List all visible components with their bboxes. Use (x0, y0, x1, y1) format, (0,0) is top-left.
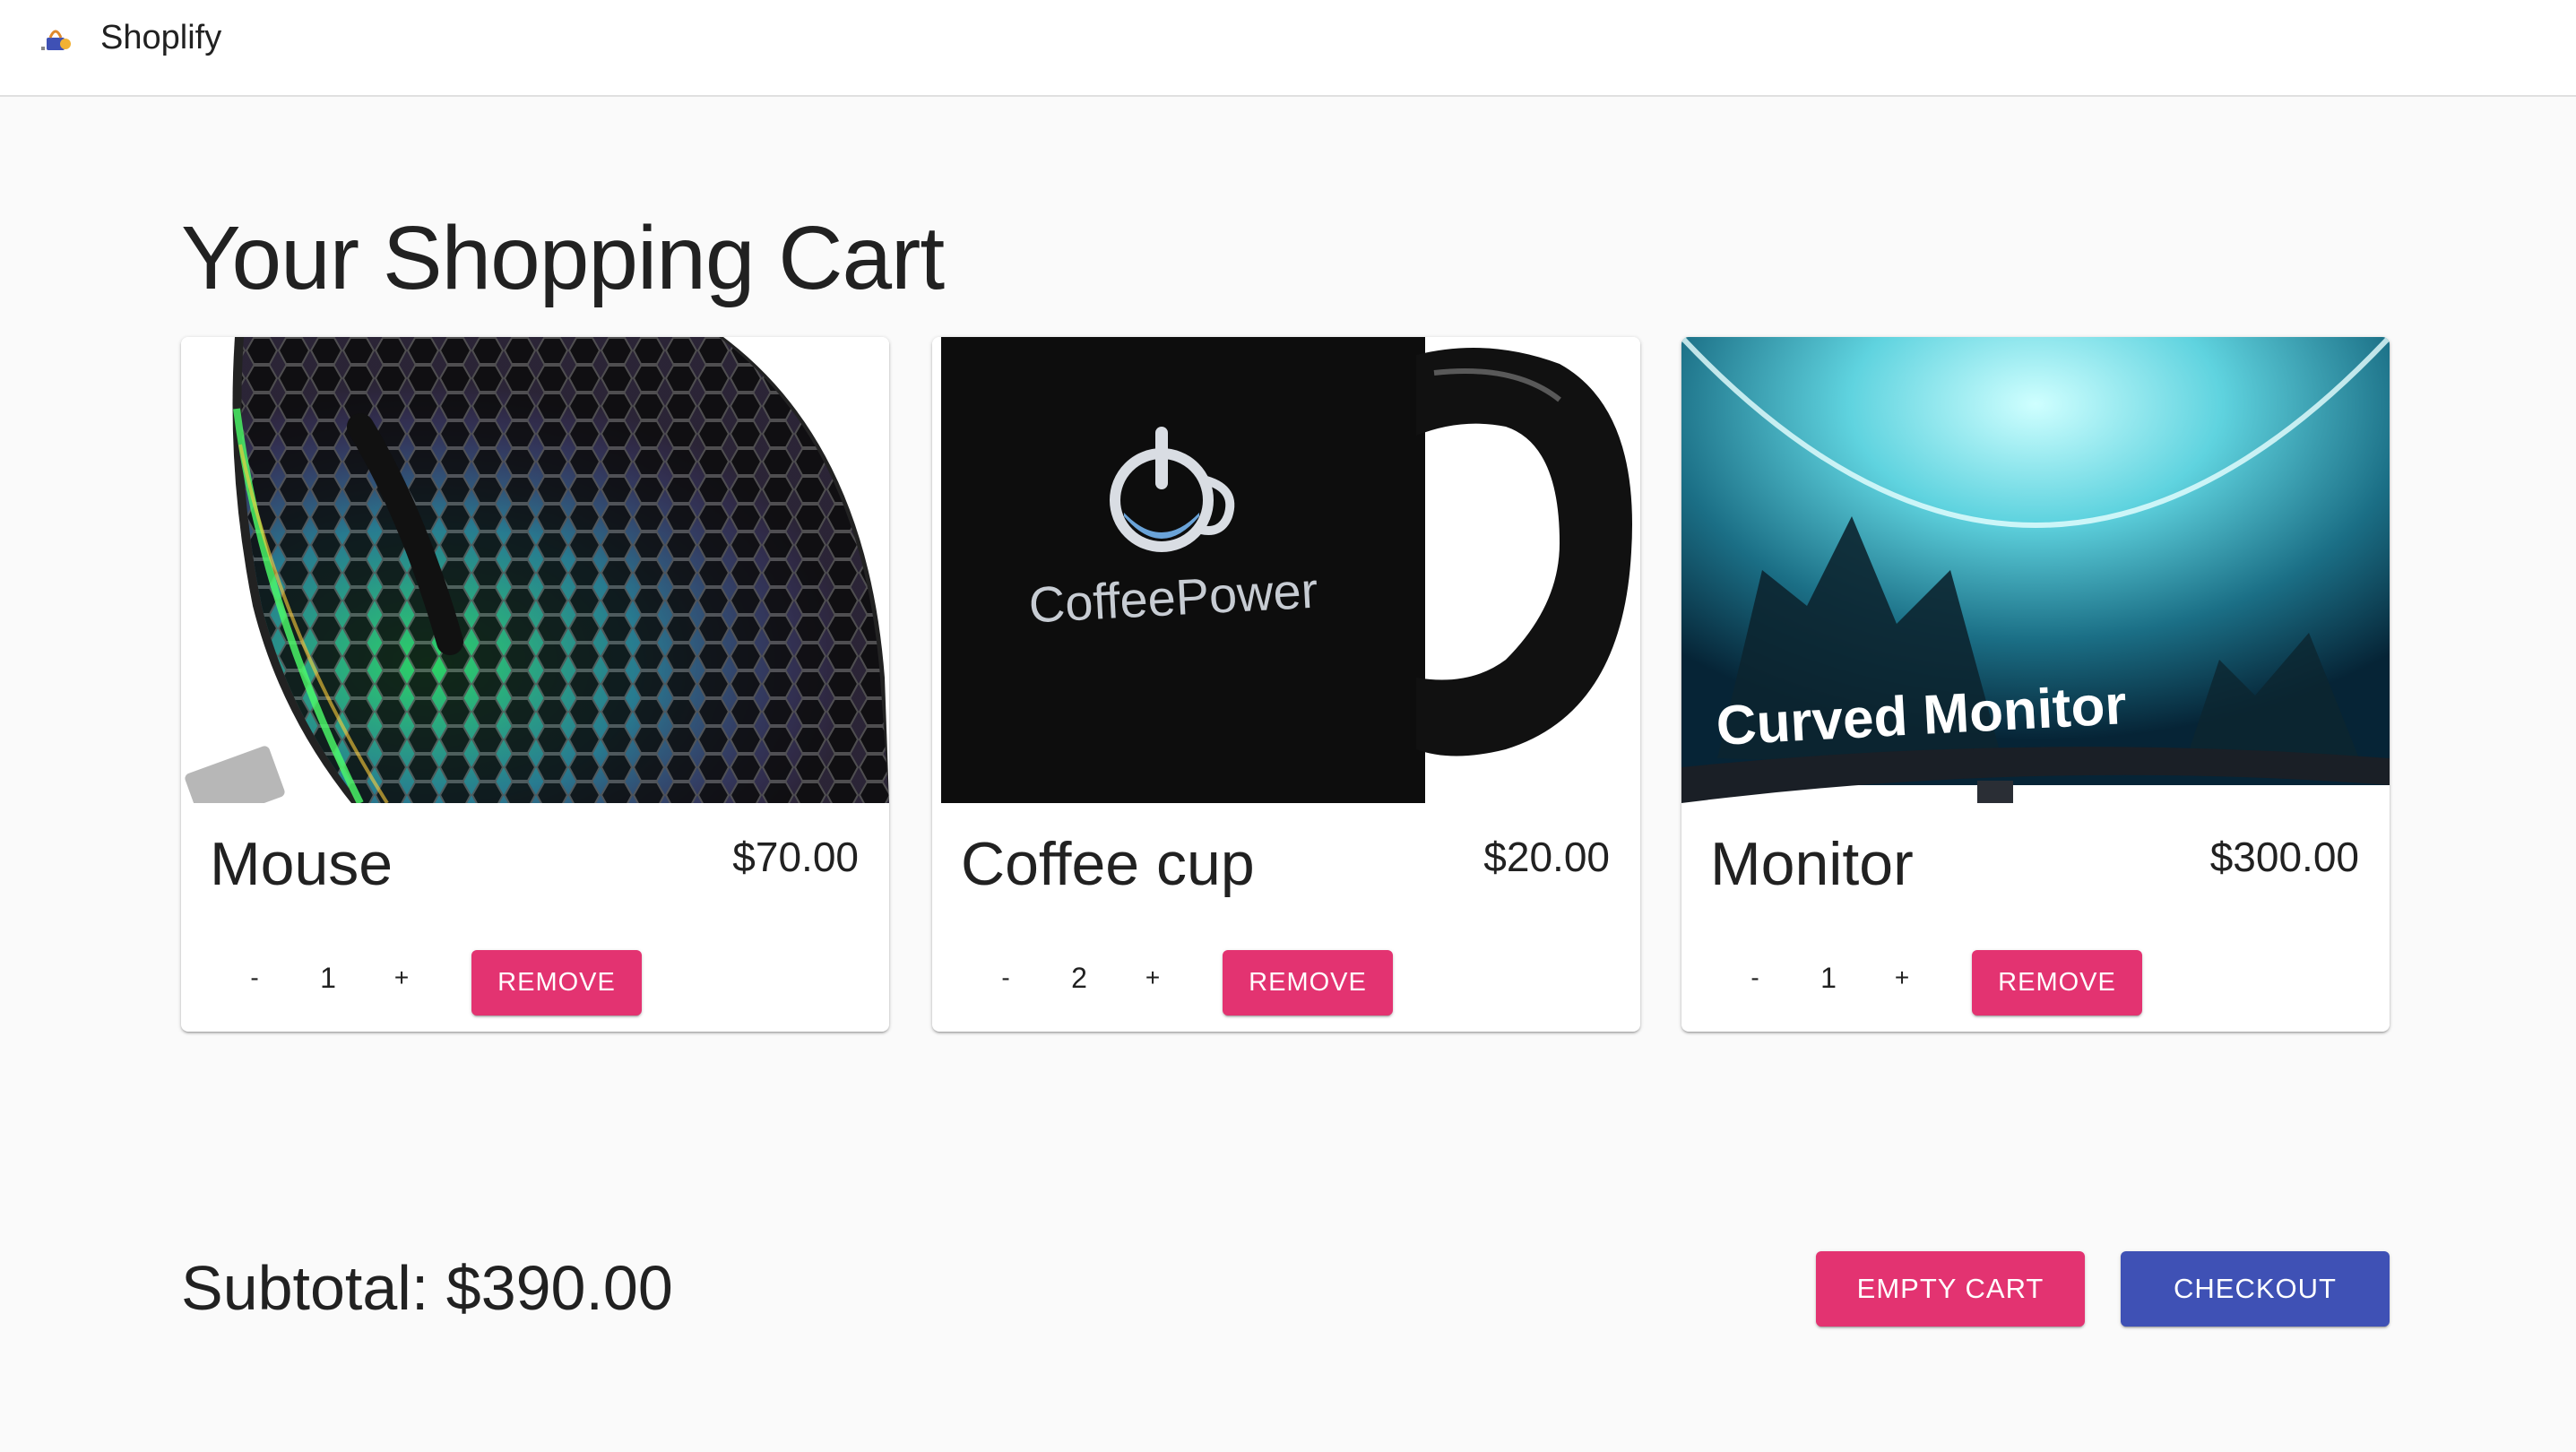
app-bar: Shoplify (0, 0, 2576, 97)
remove-item-button[interactable]: REMOVE (1223, 950, 1393, 1016)
cart-item-card: Curved Monitor Monitor $300.00 - 1 + REM… (1681, 337, 2390, 1032)
quantity-value: 1 (320, 962, 336, 994)
cart-item-card: Mouse $70.00 - 1 + REMOVE (181, 337, 889, 1032)
app-name: Shoplify (100, 18, 222, 56)
quantity-value: 2 (1071, 962, 1087, 994)
cart-item-card: CoffeePower Coffee cup $20.00 - 2 + REMO… (932, 337, 1640, 1032)
decrement-quantity-button[interactable]: - (1728, 951, 1782, 1005)
product-image-coffee-cup: CoffeePower (932, 337, 1640, 803)
remove-item-button[interactable]: REMOVE (471, 950, 642, 1016)
page-title: Your Shopping Cart (181, 208, 945, 308)
product-price: $70.00 (732, 834, 859, 880)
decrement-quantity-button[interactable]: - (979, 951, 1033, 1005)
decrement-quantity-button[interactable]: - (228, 951, 281, 1005)
remove-item-button[interactable]: REMOVE (1972, 950, 2142, 1016)
product-name: Monitor (1710, 830, 1914, 898)
checkout-button[interactable]: CHECKOUT (2121, 1251, 2390, 1327)
product-price: $20.00 (1483, 834, 1610, 880)
empty-cart-button[interactable]: EMPTY CART (1816, 1251, 2085, 1327)
quantity-value: 1 (1820, 962, 1837, 994)
subtotal: Subtotal: $390.00 (181, 1253, 673, 1323)
shop-logo-icon (41, 30, 71, 50)
product-image-monitor: Curved Monitor (1681, 337, 2390, 803)
product-image-mouse (181, 337, 889, 803)
increment-quantity-button[interactable]: + (1875, 951, 1929, 1005)
increment-quantity-button[interactable]: + (1126, 951, 1180, 1005)
increment-quantity-button[interactable]: + (375, 951, 428, 1005)
product-name: Mouse (210, 830, 393, 898)
product-price: $300.00 (2209, 834, 2359, 880)
brand-link[interactable]: Shoplify (39, 16, 221, 59)
product-name: Coffee cup (961, 830, 1255, 898)
